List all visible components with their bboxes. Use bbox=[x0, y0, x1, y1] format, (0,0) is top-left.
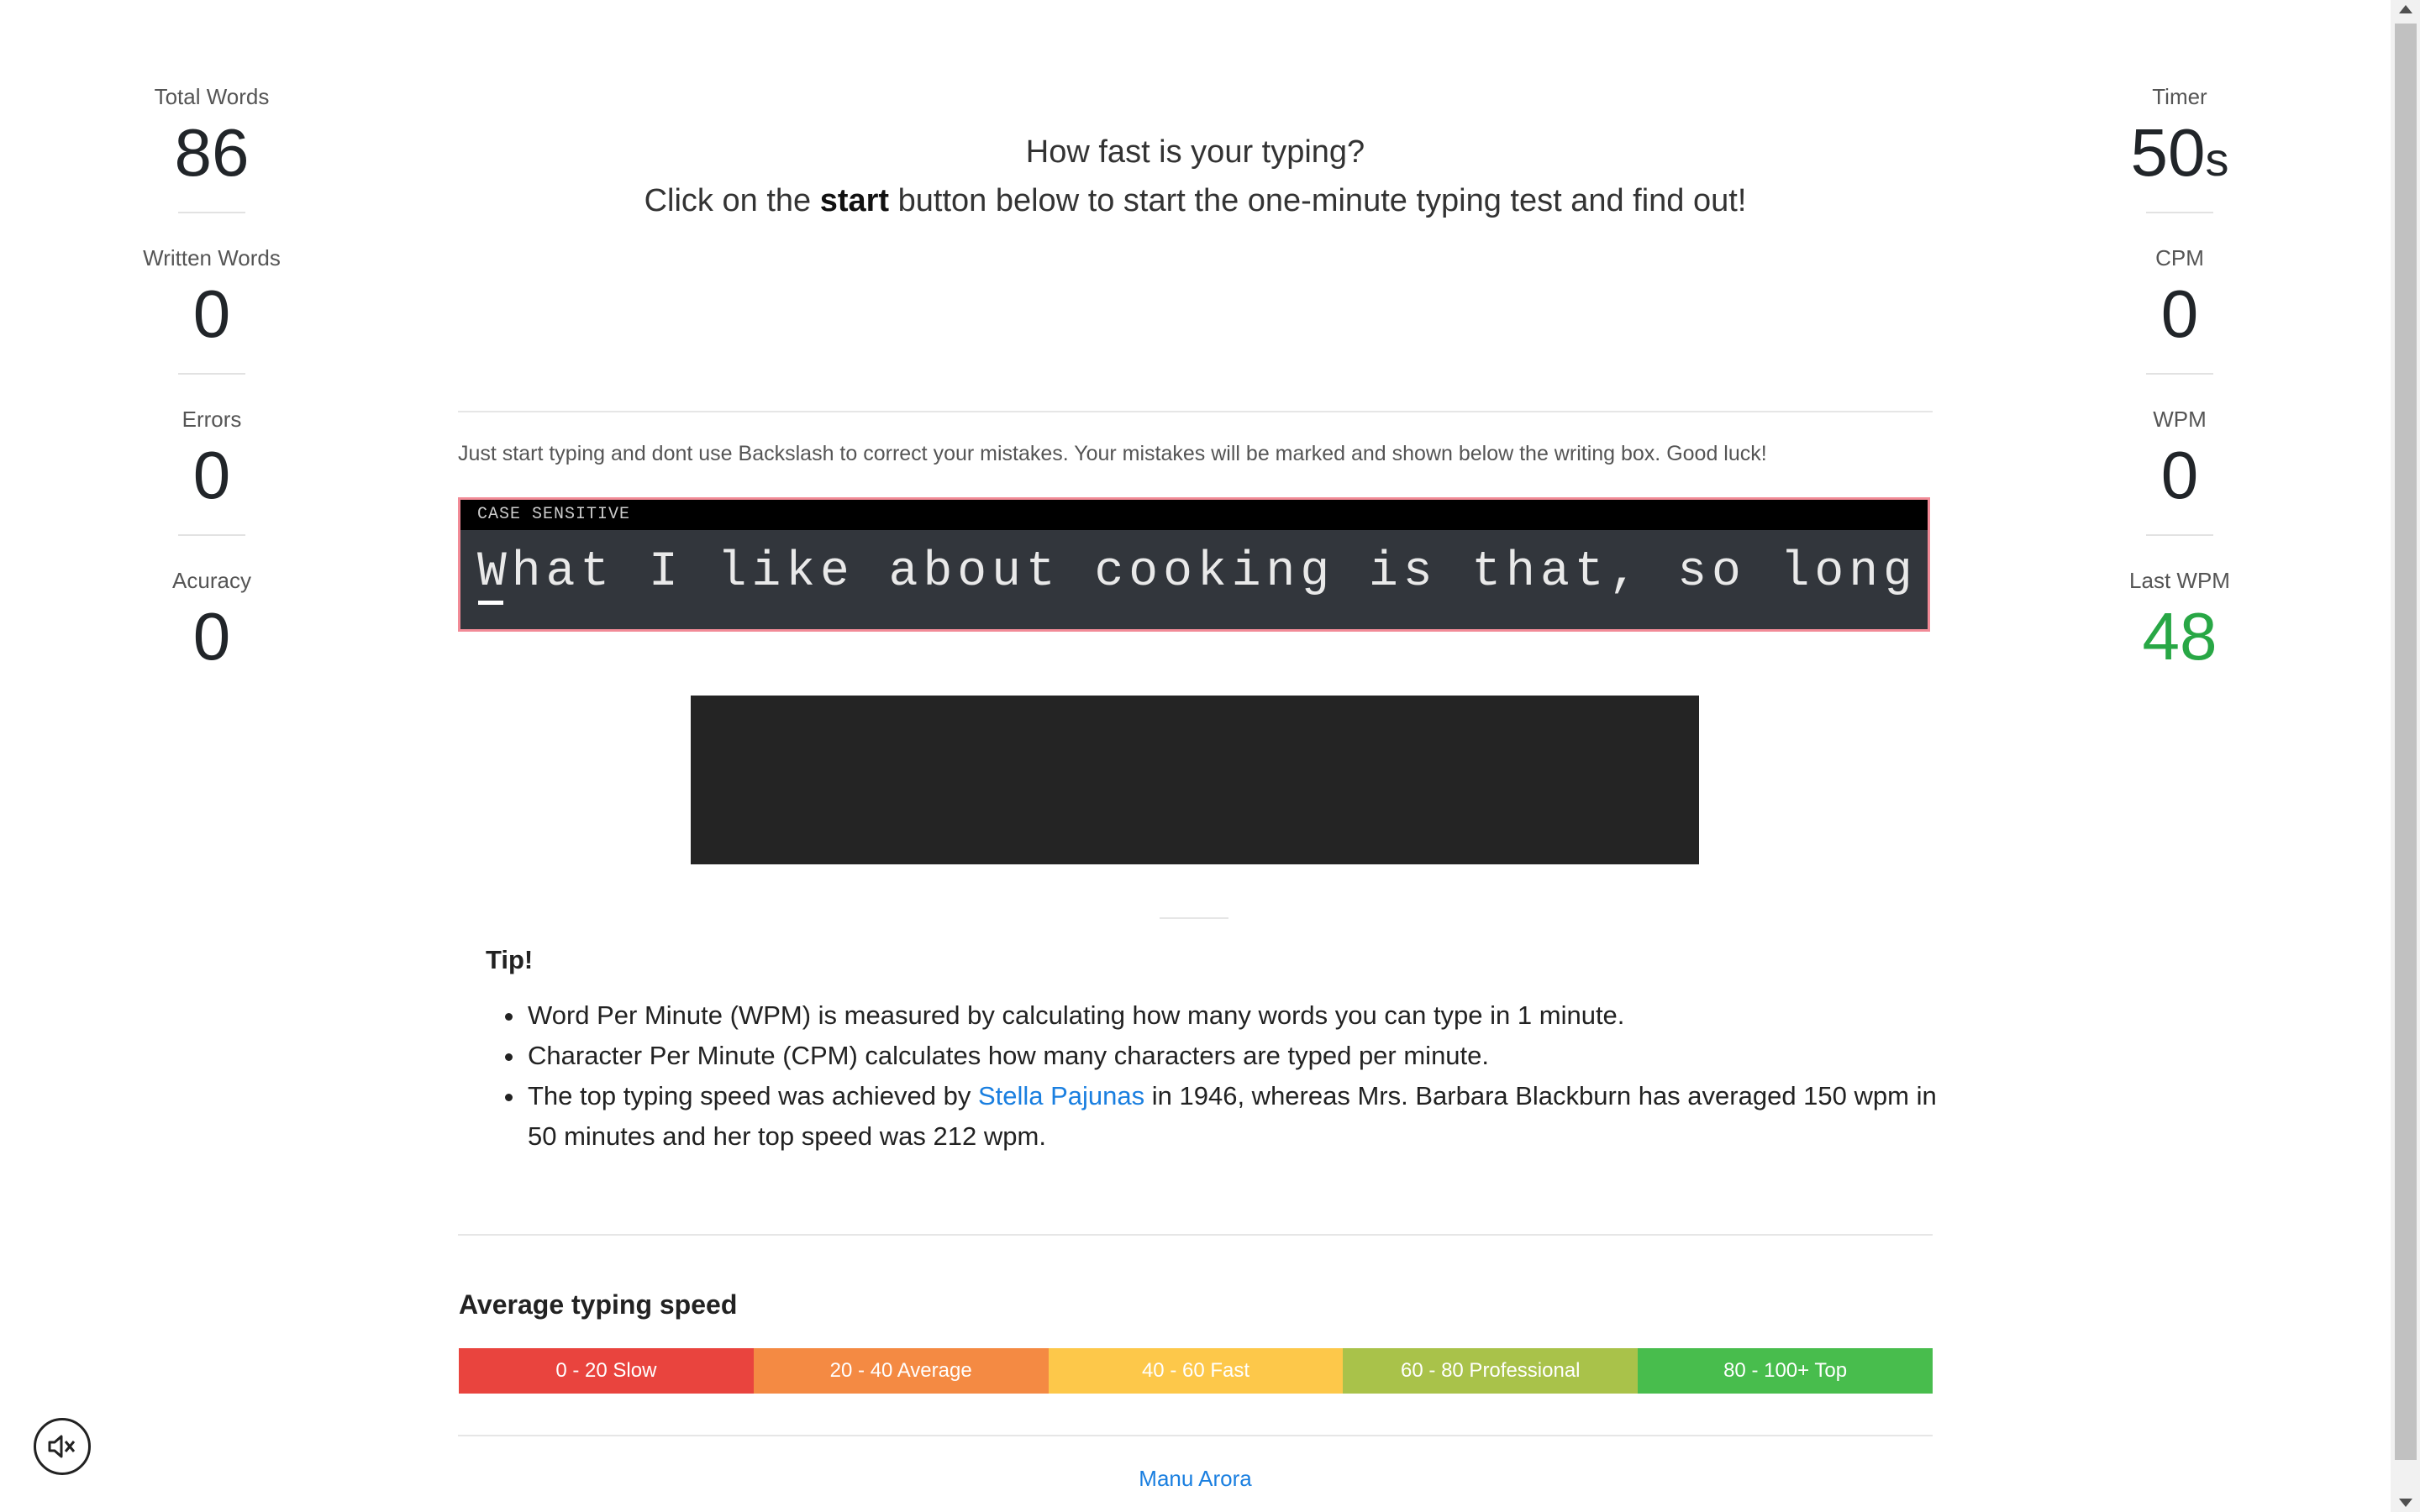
stat-accuracy: Acuracy 0 bbox=[111, 568, 313, 729]
stat-value: 0 bbox=[2160, 276, 2199, 351]
headline-instruction: Click on the start button below to start… bbox=[458, 176, 1933, 225]
speed-segment-top: 80 - 100+ Top bbox=[1638, 1348, 1933, 1394]
divider bbox=[1160, 917, 1228, 919]
stat-total-words: Total Words 86 bbox=[111, 84, 313, 245]
stat-label: Last WPM bbox=[2129, 568, 2230, 593]
divider bbox=[178, 373, 245, 375]
stat-last-wpm: Last WPM 48 bbox=[2079, 568, 2281, 729]
case-sensitive-label: CASE SENSITIVE bbox=[460, 500, 1928, 530]
typing-box[interactable]: CASE SENSITIVE What I like about cooking… bbox=[458, 497, 1930, 632]
mistakes-panel bbox=[691, 696, 1699, 864]
typing-instructions: Just start typing and dont use Backslash… bbox=[458, 442, 1767, 465]
speed-segment-professional: 60 - 80 Professional bbox=[1343, 1348, 1639, 1394]
stat-value: 0 bbox=[192, 438, 231, 512]
divider bbox=[458, 1234, 1933, 1236]
divider bbox=[458, 411, 1933, 412]
stat-label: Written Words bbox=[143, 245, 281, 270]
stat-label: Total Words bbox=[154, 84, 270, 109]
stat-value: 50s bbox=[2079, 113, 2281, 200]
scroll-thumb[interactable] bbox=[2395, 24, 2417, 1460]
right-stats: Timer 50s CPM 0 WPM 0 Last WPM 48 bbox=[2079, 84, 2281, 729]
stat-label: Timer bbox=[2152, 84, 2207, 109]
stat-value: 0 bbox=[192, 599, 231, 674]
headline-suffix: button below to start the one-minute typ… bbox=[889, 183, 1747, 218]
stat-label: Errors bbox=[182, 407, 242, 432]
divider bbox=[178, 534, 245, 536]
stat-value: 86 bbox=[174, 115, 250, 190]
typing-text: What I like about cooking is that, so lo… bbox=[477, 545, 1930, 600]
speed-title: Average typing speed bbox=[459, 1289, 738, 1320]
speaker-mute-icon bbox=[48, 1435, 76, 1458]
list-item: Character Per Minute (CPM) calculates ho… bbox=[526, 1036, 1971, 1076]
stat-cpm: CPM 0 bbox=[2079, 245, 2281, 407]
stat-label: Acuracy bbox=[172, 568, 251, 593]
stat-label: CPM bbox=[2155, 245, 2204, 270]
divider bbox=[2146, 212, 2213, 213]
divider bbox=[178, 212, 245, 213]
timer-unit: s bbox=[2205, 133, 2229, 186]
footer-author-link[interactable]: Manu Arora bbox=[0, 1466, 2391, 1492]
tip-title: Tip! bbox=[486, 945, 534, 974]
scroll-down-arrow-icon[interactable] bbox=[2399, 1499, 2412, 1507]
headline-prefix: Click on the bbox=[644, 183, 820, 218]
tip-text: The top typing speed was achieved by bbox=[528, 1081, 978, 1110]
stella-pajunas-link[interactable]: Stella Pajunas bbox=[978, 1081, 1144, 1110]
divider bbox=[2146, 373, 2213, 375]
speed-segment-fast: 40 - 60 Fast bbox=[1048, 1348, 1344, 1394]
scroll-up-arrow-icon[interactable] bbox=[2399, 5, 2412, 13]
list-item: Word Per Minute (WPM) is measured by cal… bbox=[526, 995, 1971, 1036]
stat-value: 48 bbox=[2142, 599, 2217, 674]
timer-value: 50 bbox=[2130, 115, 2206, 190]
scrollbar[interactable] bbox=[2391, 0, 2420, 1512]
stat-value: 0 bbox=[2160, 438, 2199, 512]
stat-wpm: WPM 0 bbox=[2079, 407, 2281, 568]
mute-button[interactable] bbox=[34, 1418, 91, 1475]
divider bbox=[2146, 534, 2213, 536]
tip-list: Word Per Minute (WPM) is measured by cal… bbox=[487, 995, 1971, 1157]
page-headline: How fast is your typing? Click on the st… bbox=[458, 128, 1933, 225]
divider bbox=[458, 1435, 1933, 1436]
stat-written-words: Written Words 0 bbox=[111, 245, 313, 407]
stat-label: WPM bbox=[2153, 407, 2207, 432]
headline-question: How fast is your typing? bbox=[1025, 134, 1365, 170]
speed-segment-average: 20 - 40 Average bbox=[753, 1348, 1049, 1394]
headline-start-word: start bbox=[819, 183, 890, 218]
speed-scale: 0 - 20 Slow 20 - 40 Average 40 - 60 Fast… bbox=[459, 1348, 1933, 1394]
typing-caret bbox=[478, 601, 503, 605]
stat-errors: Errors 0 bbox=[111, 407, 313, 568]
stat-timer: Timer 50s bbox=[2079, 84, 2281, 245]
list-item: The top typing speed was achieved by Ste… bbox=[526, 1076, 1971, 1157]
speed-segment-slow: 0 - 20 Slow bbox=[459, 1348, 754, 1394]
left-stats: Total Words 86 Written Words 0 Errors 0 … bbox=[111, 84, 313, 729]
stat-value: 0 bbox=[192, 276, 231, 351]
